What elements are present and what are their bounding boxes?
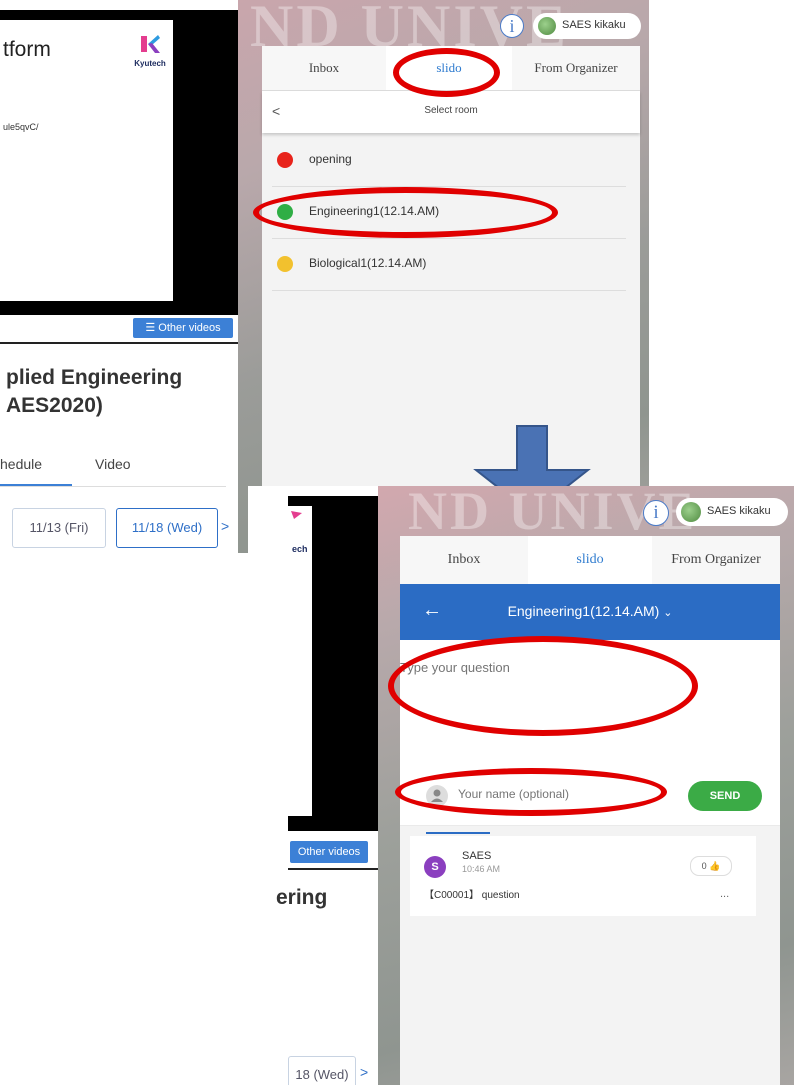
logo-text: Kyutech (134, 59, 166, 68)
date-button-1118[interactable]: 11/18 (Wed) (116, 508, 218, 548)
user-name: SAES kikaku (562, 19, 626, 31)
room-name: Biological1(12.14.AM) (309, 256, 427, 270)
other-videos-button[interactable]: ☰ Other videos (133, 318, 233, 338)
page-title: ering (276, 886, 328, 909)
room-header: < Select room (262, 91, 640, 133)
kyutech-logo: Kyutech (128, 34, 172, 68)
annotation-ring-name-input (395, 768, 667, 816)
tab-video[interactable]: Video (95, 456, 131, 472)
kyutech-logo-mark (141, 35, 160, 53)
logo-fragment: ech (290, 510, 308, 554)
author-avatar: S (424, 856, 446, 878)
info-icon[interactable]: i (643, 500, 669, 526)
send-button[interactable]: SEND (688, 781, 762, 811)
user-menu[interactable]: SAES kikaku (533, 13, 641, 39)
kyutech-logo-mark (291, 511, 302, 519)
tab-inbox[interactable]: Inbox (262, 46, 386, 90)
annotation-ring-question-input (388, 636, 698, 736)
panel-tabbar: Inbox slido From Organizer (400, 536, 780, 584)
room-title: Engineering1(12.14.AM) (507, 603, 660, 619)
room-switcher[interactable]: Engineering1(12.14.AM) ⌄ (400, 603, 780, 619)
user-menu[interactable]: SAES kikaku (676, 498, 788, 526)
list-icon: ☰ (145, 322, 159, 334)
tab-slido[interactable]: slido (528, 536, 652, 584)
user-name: SAES kikaku (707, 505, 771, 517)
page-title: plied Engineering AES2020) (6, 364, 182, 420)
room-item-opening[interactable]: opening (272, 134, 626, 187)
room-status-dot (277, 152, 293, 168)
slide-url: ule5qvC/ (3, 122, 39, 132)
tab-from-organizer[interactable]: From Organizer (512, 46, 640, 90)
like-button[interactable]: 0 👍 (690, 856, 732, 876)
date-button-1118[interactable]: 18 (Wed) (288, 1056, 356, 1085)
tab-from-organizer[interactable]: From Organizer (652, 536, 780, 584)
schedule-tabs: hedule Video (0, 456, 226, 487)
question-time: 10:46 AM (462, 864, 501, 874)
question-list-tab-indicator (426, 832, 490, 834)
room-item-biological1[interactable]: Biological1(12.14.AM) (272, 238, 626, 291)
select-room-label: Select room (424, 105, 478, 116)
avatar (681, 502, 701, 522)
annotation-ring-engineering-room (253, 187, 558, 238)
annotation-ring-slido-tab (393, 48, 500, 97)
active-tab-indicator (0, 484, 72, 486)
info-icon[interactable]: i (500, 14, 524, 38)
slide-title: tform (3, 38, 51, 61)
logo-fragment-text: ech (292, 544, 308, 554)
date-button-1113[interactable]: 11/13 (Fri) (12, 508, 106, 548)
avatar (538, 17, 556, 35)
tab-schedule[interactable]: hedule (0, 456, 42, 472)
more-options-button[interactable]: ... (720, 888, 729, 900)
question-card[interactable]: S SAES 10:46 AM 0 👍 【C00001】 question ..… (410, 836, 756, 916)
like-count: 0 (701, 861, 707, 871)
tab-inbox[interactable]: Inbox (400, 536, 528, 584)
author-name: SAES (462, 850, 492, 862)
page-title-line2: AES2020) (6, 394, 103, 417)
room-status-dot (277, 256, 293, 272)
date-next-button[interactable]: > (360, 1064, 368, 1080)
page-title-line1: plied Engineering (6, 366, 183, 389)
room-name: opening (309, 152, 352, 166)
screenshot-question-form: ND UNIVE ech Other videos ering 18 (Wed)… (248, 486, 794, 1085)
other-videos-label: Other videos (158, 322, 221, 334)
room-header: ← Engineering1(12.14.AM) ⌄ (400, 584, 780, 640)
question-text: 【C00001】 question (424, 890, 520, 901)
other-videos-button[interactable]: Other videos (290, 841, 368, 863)
date-next-button[interactable]: > (221, 518, 229, 534)
thumbs-up-icon: 👍 (709, 861, 721, 871)
video-slide: tform Kyutech ule5qvC/ (0, 20, 173, 301)
chevron-down-icon: ⌄ (663, 607, 673, 619)
